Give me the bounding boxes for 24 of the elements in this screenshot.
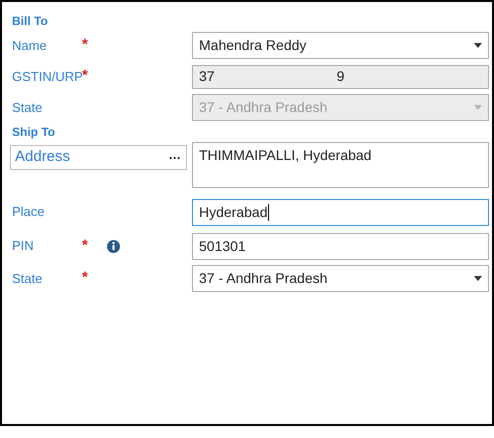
required-mark: * — [82, 35, 89, 56]
required-mark: * — [82, 236, 89, 256]
input-field[interactable]: Hyderabad — [192, 198, 489, 226]
field-label: State — [12, 98, 44, 117]
section-title: Ship To — [11, 124, 56, 141]
field-label: State — [12, 270, 44, 288]
field-label: Place — [12, 203, 46, 222]
section-title: Bill To — [11, 13, 49, 30]
caret-icon[interactable] — [474, 43, 482, 48]
more-button[interactable]: ··· — [168, 148, 182, 166]
required-mark: * — [82, 268, 89, 288]
field-label: Name — [12, 36, 48, 55]
required-mark: * — [82, 66, 89, 86]
caret-icon — [474, 105, 482, 110]
input-field[interactable]: 501301 — [192, 232, 489, 260]
dropdown-field[interactable]: 37 - Andhra Pradesh — [192, 265, 489, 292]
address-label-box[interactable]: Address ··· — [10, 145, 187, 170]
field-label: PIN — [12, 237, 35, 256]
field-label: Address — [15, 147, 70, 168]
dropdown-field[interactable]: Mahendra Reddy — [192, 32, 489, 59]
address-field[interactable]: THIMMAIPALLI, Hyderabad — [192, 142, 489, 188]
info-icon[interactable] — [107, 240, 120, 252]
caret-icon[interactable] — [474, 276, 482, 281]
field-label: GSTIN/URP — [12, 68, 80, 86]
